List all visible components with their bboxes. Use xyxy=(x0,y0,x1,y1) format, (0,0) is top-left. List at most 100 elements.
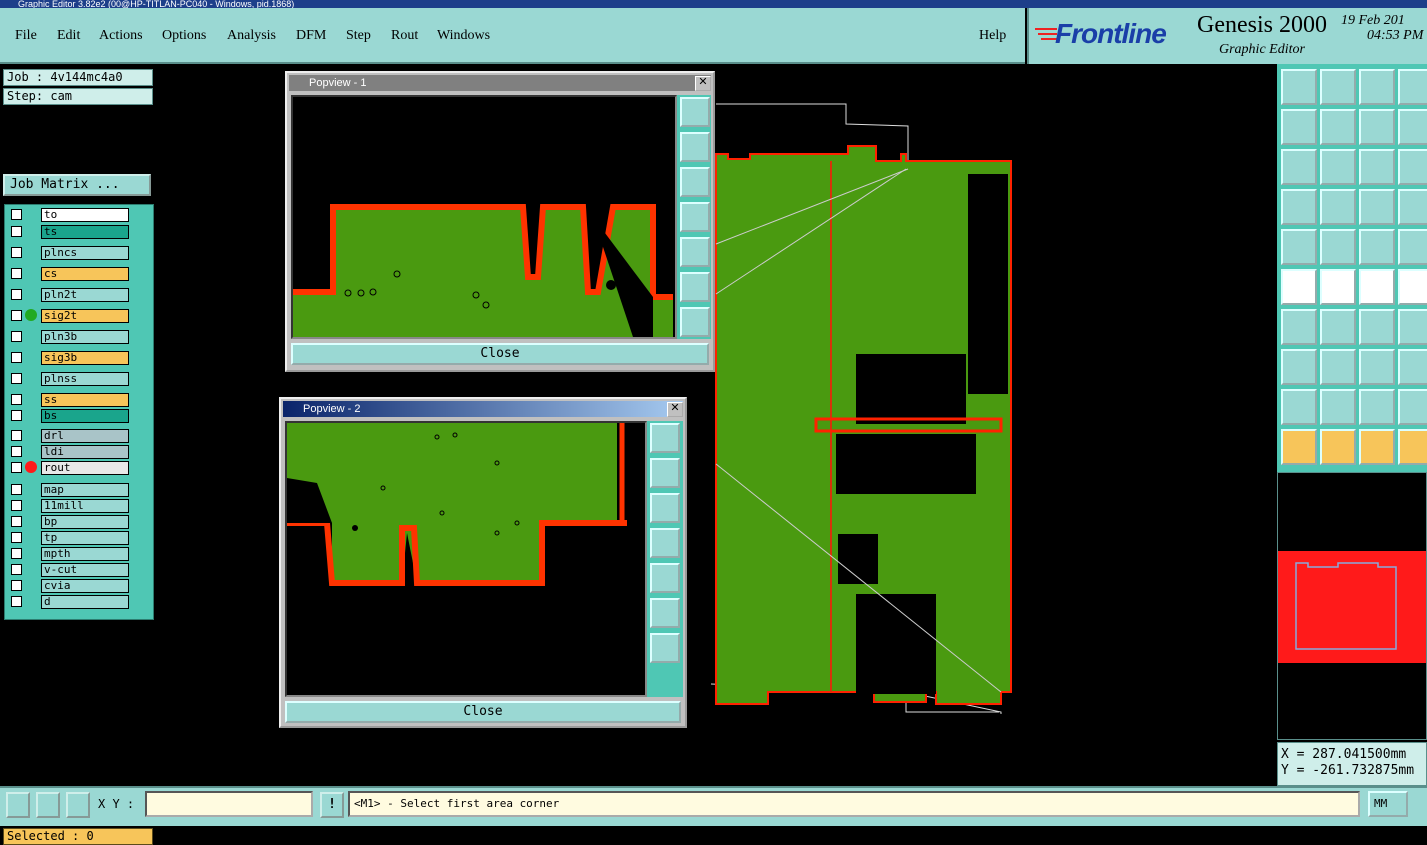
connector-icon[interactable] xyxy=(1398,349,1427,385)
layer-checkbox[interactable] xyxy=(11,289,22,300)
layer-checkbox[interactable] xyxy=(11,226,22,237)
popview-1-close-x[interactable]: ✕ xyxy=(695,76,711,91)
layer-checkbox[interactable] xyxy=(11,516,22,527)
home-icon[interactable] xyxy=(1359,69,1395,105)
left-view-icon[interactable] xyxy=(1281,109,1317,145)
layer-name[interactable]: mpth xyxy=(41,547,129,561)
layer-checkbox[interactable] xyxy=(11,548,22,559)
popview-1-pan-left-icon[interactable] xyxy=(680,202,710,232)
menu-edit[interactable]: Edit xyxy=(57,28,80,44)
popview-1-zoom-icon[interactable] xyxy=(680,97,710,127)
layer-name[interactable]: ldi xyxy=(41,445,129,459)
popview-2-pan-right-icon[interactable] xyxy=(650,563,680,593)
job-matrix-button[interactable]: Job Matrix ... xyxy=(3,174,151,196)
a-extra-icon[interactable] xyxy=(1398,389,1427,425)
layer-name[interactable]: rout xyxy=(41,461,129,475)
slope-icon[interactable] xyxy=(1320,309,1356,345)
probe-icon[interactable] xyxy=(1320,189,1356,225)
layer-checkbox[interactable] xyxy=(11,331,22,342)
layer-row[interactable]: ldi xyxy=(8,445,130,459)
menu-actions[interactable]: Actions xyxy=(99,28,143,44)
overview-panel[interactable] xyxy=(1277,472,1427,740)
layer-row[interactable]: to xyxy=(8,208,130,222)
layer-name[interactable]: plncs xyxy=(41,246,129,260)
layer-name[interactable]: ts xyxy=(41,225,129,239)
popview-2-pan-up-icon[interactable] xyxy=(650,458,680,488)
layer-row[interactable]: 11mill xyxy=(8,499,130,513)
layer-name[interactable]: d xyxy=(41,595,129,609)
layers-alt-icon[interactable] xyxy=(1398,189,1427,225)
layer-name[interactable]: cs xyxy=(41,267,129,281)
grid-icon[interactable] xyxy=(66,792,90,818)
ruler-icon[interactable] xyxy=(1359,229,1395,265)
layer-checkbox[interactable] xyxy=(11,373,22,384)
popview-1-zoom-out-icon[interactable] xyxy=(680,307,710,337)
popview-2-zoom-in-icon[interactable] xyxy=(650,598,680,628)
pad-icon[interactable] xyxy=(1281,229,1317,265)
layer-checkbox[interactable] xyxy=(11,310,22,321)
popview-2-close-button[interactable]: Close xyxy=(285,701,681,723)
layer-checkbox[interactable] xyxy=(11,352,22,363)
layer-name[interactable]: sig3b xyxy=(41,351,129,365)
popview-1-zoom-in-icon[interactable] xyxy=(680,272,710,302)
layer-row[interactable]: ss xyxy=(8,393,130,407)
layer-row[interactable]: mpth xyxy=(8,547,130,561)
warning-button[interactable]: ! xyxy=(320,792,344,818)
mirror-icon[interactable] xyxy=(1398,109,1427,145)
layer-checkbox[interactable] xyxy=(11,564,22,575)
layer-name[interactable]: pln3b xyxy=(41,330,129,344)
layer-name[interactable]: ss xyxy=(41,393,129,407)
layer-name[interactable]: drl xyxy=(41,429,129,443)
layer-row[interactable]: bp xyxy=(8,515,130,529)
menu-options[interactable]: Options xyxy=(162,28,206,44)
popview-2-close-x[interactable]: ✕ xyxy=(667,402,683,417)
net-icon[interactable] xyxy=(1281,269,1317,305)
right-view-icon[interactable] xyxy=(1320,109,1356,145)
top-view-icon[interactable] xyxy=(1281,69,1317,105)
popview-1-pan-down-icon[interactable] xyxy=(680,167,710,197)
layer-row[interactable]: rout xyxy=(8,461,130,475)
popview-2-pan-left-icon[interactable] xyxy=(650,528,680,558)
layer-name[interactable]: sig2t xyxy=(41,309,129,323)
layer-name[interactable]: to xyxy=(41,208,129,222)
measure-icon[interactable] xyxy=(36,792,60,818)
layer-checkbox[interactable] xyxy=(11,247,22,258)
angle-icon[interactable] xyxy=(1281,309,1317,345)
cursor-icon[interactable] xyxy=(1281,429,1317,465)
select-point-icon[interactable] xyxy=(1281,349,1317,385)
scale-icon[interactable] xyxy=(1359,149,1395,185)
layer-row[interactable]: drl xyxy=(8,429,130,443)
units-button[interactable]: MM xyxy=(1368,791,1408,817)
layer-name[interactable]: cvia xyxy=(41,579,129,593)
popview-2-canvas[interactable] xyxy=(285,421,647,697)
popview-2-zoom-out-icon[interactable] xyxy=(650,633,680,663)
arrow-icon[interactable] xyxy=(1398,269,1427,305)
layer-name[interactable]: v-cut xyxy=(41,563,129,577)
layer-row[interactable]: d xyxy=(8,595,130,609)
pan-icon[interactable] xyxy=(1320,149,1356,185)
layer-row[interactable]: bs xyxy=(8,409,130,423)
layer-row[interactable]: cs xyxy=(8,267,130,281)
zoom-window-icon[interactable] xyxy=(6,792,30,818)
layer-name[interactable]: 11mill xyxy=(41,499,129,513)
layer-checkbox[interactable] xyxy=(11,394,22,405)
zoom-fit-icon[interactable] xyxy=(1281,149,1317,185)
select-more-icon[interactable] xyxy=(1398,429,1427,465)
layer-checkbox[interactable] xyxy=(11,268,22,279)
popview-2-zoom-icon[interactable] xyxy=(650,423,680,453)
popview-1-pan-up-icon[interactable] xyxy=(680,132,710,162)
a-icon[interactable] xyxy=(1320,389,1356,425)
layers-icon[interactable] xyxy=(1359,189,1395,225)
menu-step[interactable]: Step xyxy=(346,28,371,44)
line-draw-icon[interactable] xyxy=(1320,229,1356,265)
help-icon[interactable] xyxy=(1398,149,1427,185)
layer-row[interactable]: cvia xyxy=(8,579,130,593)
a-alt-icon[interactable] xyxy=(1359,389,1395,425)
layer-name[interactable]: plnss xyxy=(41,372,129,386)
xy-input[interactable] xyxy=(145,791,313,817)
bottom-view-icon[interactable] xyxy=(1320,69,1356,105)
layer-row[interactable]: pln2t xyxy=(8,288,130,302)
panel-icon[interactable] xyxy=(1398,69,1427,105)
layer-checkbox[interactable] xyxy=(11,580,22,591)
layer-row[interactable]: sig2t xyxy=(8,309,130,323)
